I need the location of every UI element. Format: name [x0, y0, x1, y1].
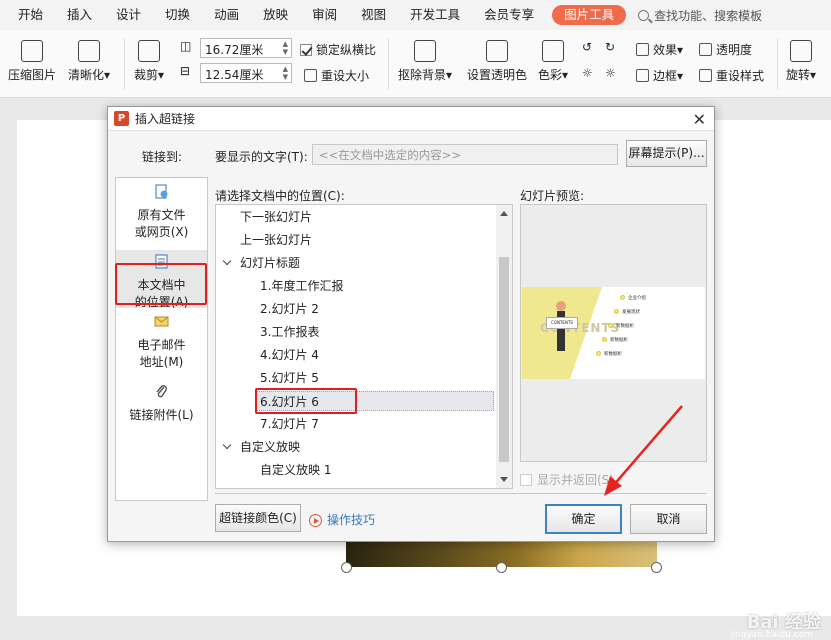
watermark-url: jingyan.baidu.com — [729, 630, 813, 640]
annotation-arrow — [604, 405, 683, 496]
